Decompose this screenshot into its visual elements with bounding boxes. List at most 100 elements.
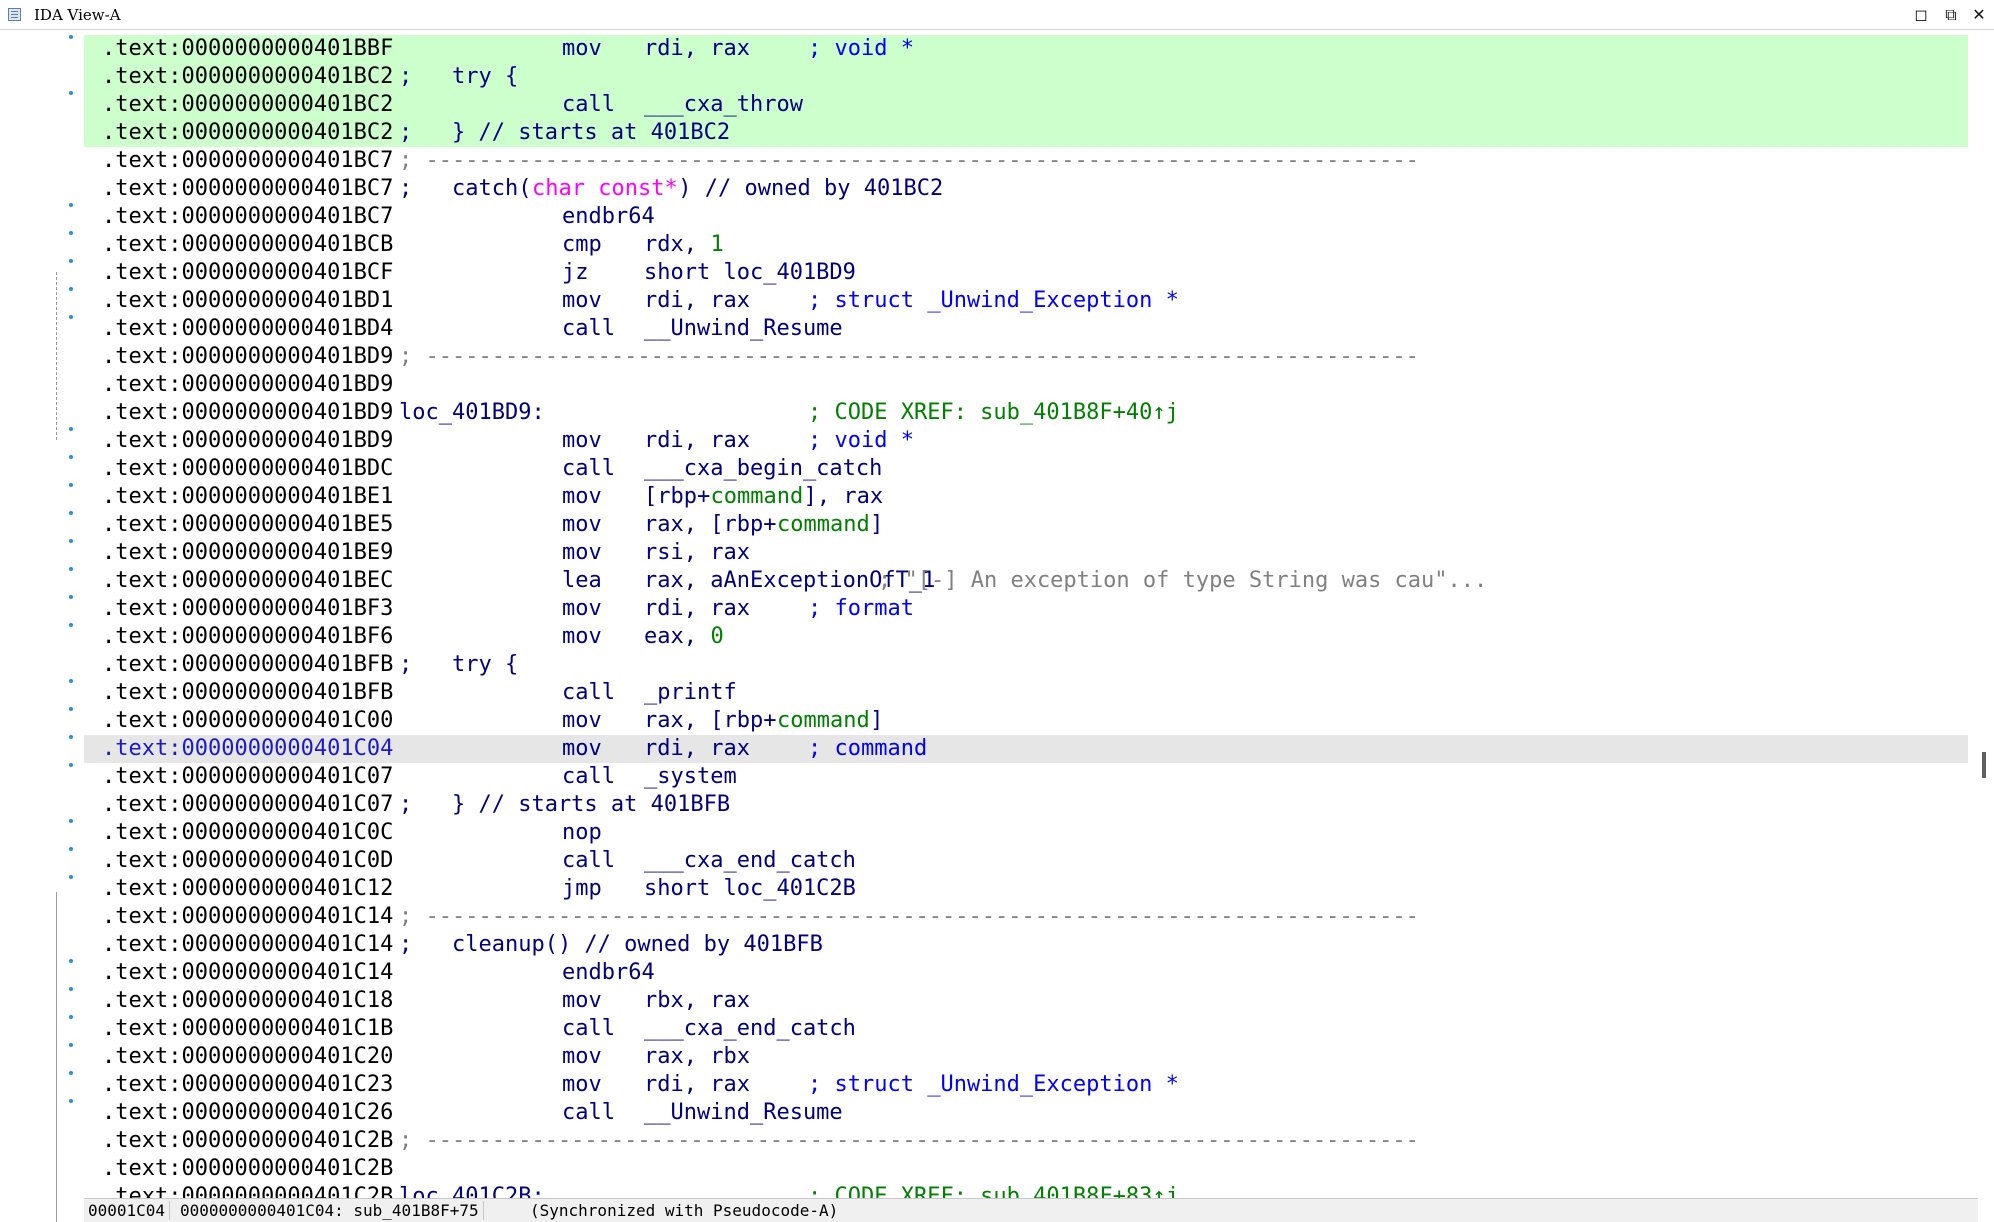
block-comment[interactable]: ; cleanup() // owned by 401BFB	[399, 931, 823, 959]
operands[interactable]: __Unwind_Resume	[644, 315, 843, 343]
operands[interactable]: rdi, rax	[644, 595, 750, 623]
breakpoint-marker-icon[interactable]	[69, 847, 73, 851]
line-address[interactable]: .text:0000000000401C14	[102, 959, 393, 987]
line-address[interactable]: .text:0000000000401C2B	[102, 1183, 393, 1198]
operands-tail[interactable]: ], rax	[804, 483, 883, 511]
operands[interactable]: rdi, rax	[644, 427, 750, 455]
disasm-line[interactable]: .text:0000000000401C04 mov rdi, rax ; comma…	[84, 735, 1968, 763]
disasm-line[interactable]: .text:0000000000401BEC lea rax, aAnExcepti…	[84, 567, 1968, 595]
line-address[interactable]: .text:0000000000401BC7	[102, 175, 393, 203]
breakpoint-marker-icon[interactable]	[69, 455, 73, 459]
disasm-line[interactable]: .text:0000000000401C07; } // starts at 4…	[84, 791, 1968, 819]
mnemonic[interactable]: mov	[562, 427, 602, 455]
operands[interactable]: ___cxa_begin_catch	[644, 455, 882, 483]
disasm-line[interactable]: .text:0000000000401C0C nop	[84, 819, 1968, 847]
operands[interactable]: ___cxa_throw	[644, 91, 803, 119]
line-address[interactable]: .text:0000000000401BD1	[102, 287, 393, 315]
restore-icon[interactable]: ⧉	[1938, 4, 1964, 26]
mnemonic[interactable]: cmp	[562, 231, 602, 259]
breakpoint-marker-icon[interactable]	[69, 959, 73, 963]
operands[interactable]: eax,	[644, 623, 710, 651]
disassembly-listing[interactable]: .text:0000000000401BBF mov rdi, rax ; void …	[84, 35, 1968, 1198]
breakpoint-marker-icon[interactable]	[69, 595, 73, 599]
disasm-line[interactable]: .text:0000000000401C07 call _system	[84, 763, 1968, 791]
block-comment[interactable]: ; try {	[399, 651, 518, 679]
line-address[interactable]: .text:0000000000401BF3	[102, 595, 393, 623]
line-address[interactable]: .text:0000000000401BE9	[102, 539, 393, 567]
line-address[interactable]: .text:0000000000401C2B	[102, 1155, 393, 1183]
line-address[interactable]: .text:0000000000401C18	[102, 987, 393, 1015]
breakpoint-marker-icon[interactable]	[69, 987, 73, 991]
breakpoint-marker-icon[interactable]	[69, 91, 73, 95]
string-comment[interactable]: ; "[-] An exception of type String was c…	[878, 567, 1487, 595]
mnemonic[interactable]: mov	[562, 735, 602, 763]
disasm-line[interactable]: .text:0000000000401BD1 mov rdi, rax ; struc…	[84, 287, 1968, 315]
scrollbar-thumb[interactable]	[1982, 752, 1986, 778]
mnemonic[interactable]: call	[562, 847, 615, 875]
mnemonic[interactable]: jmp	[562, 875, 602, 903]
operands[interactable]: rax, rbx	[644, 1043, 750, 1071]
auto-comment[interactable]: ; command	[808, 735, 927, 763]
operands[interactable]: rsi, rax	[644, 539, 750, 567]
auto-comment[interactable]: ; void *	[808, 427, 914, 455]
line-address[interactable]: .text:0000000000401C26	[102, 1099, 393, 1127]
line-address[interactable]: .text:0000000000401C07	[102, 763, 393, 791]
auto-comment[interactable]: ; format	[808, 595, 914, 623]
operands[interactable]: ___cxa_end_catch	[644, 847, 856, 875]
disasm-line[interactable]: .text:0000000000401BD4 call __Unwind_Resum…	[84, 315, 1968, 343]
operands[interactable]: short loc_401BD9	[644, 259, 856, 287]
breakpoint-marker-icon[interactable]	[69, 1099, 73, 1103]
operands[interactable]: ___cxa_end_catch	[644, 1015, 856, 1043]
operands[interactable]: rdi, rax	[644, 735, 750, 763]
xref-comment[interactable]: ; CODE XREF: sub_401B8F+83↑j	[808, 1183, 1179, 1198]
line-address[interactable]: .text:0000000000401BE5	[102, 511, 393, 539]
line-address[interactable]: .text:0000000000401C1B	[102, 1015, 393, 1043]
disasm-line[interactable]: .text:0000000000401C2B; ----------------…	[84, 1127, 1968, 1155]
disasm-line[interactable]: .text:0000000000401C18 mov rbx, rax	[84, 987, 1968, 1015]
disasm-line[interactable]: .text:0000000000401BC2 call ___cxa_throw	[84, 91, 1968, 119]
mnemonic[interactable]: mov	[562, 511, 602, 539]
disasm-line[interactable]: .text:0000000000401C1B call ___cxa_end_cat…	[84, 1015, 1968, 1043]
separator-comment[interactable]: ; --------------------------------------…	[399, 1127, 1419, 1155]
disasm-line[interactable]: .text:0000000000401BD9 loc_401BD9: ; CODE …	[84, 399, 1968, 427]
disasm-line[interactable]: .text:0000000000401BD9	[84, 371, 1968, 399]
mnemonic[interactable]: call	[562, 1099, 615, 1127]
disasm-line[interactable]: .text:0000000000401C14; ----------------…	[84, 903, 1968, 931]
mnemonic[interactable]: call	[562, 91, 615, 119]
mnemonic[interactable]: jz	[562, 259, 589, 287]
breakpoint-marker-icon[interactable]	[69, 539, 73, 543]
separator-comment[interactable]: ; --------------------------------------…	[399, 343, 1419, 371]
breakpoint-marker-icon[interactable]	[69, 1043, 73, 1047]
code-label[interactable]: loc_401BD9:	[399, 399, 545, 427]
line-address[interactable]: .text:0000000000401BBF	[102, 35, 393, 63]
disasm-line[interactable]: .text:0000000000401BE5 mov rax, [rbp+ comma…	[84, 511, 1968, 539]
line-address[interactable]: .text:0000000000401C0D	[102, 847, 393, 875]
stack-variable[interactable]: command	[777, 511, 870, 539]
block-comment[interactable]: ; } // starts at 401BFB	[399, 791, 730, 819]
vertical-scrollbar[interactable]	[1978, 30, 1994, 1200]
block-comment-tail[interactable]: ) // owned by 401BC2	[678, 175, 943, 203]
breakpoint-marker-icon[interactable]	[69, 819, 73, 823]
line-address[interactable]: .text:0000000000401BC2	[102, 119, 393, 147]
disasm-line[interactable]: .text:0000000000401C2B loc_401C2B: ; CODE …	[84, 1183, 1968, 1198]
line-address[interactable]: .text:0000000000401BD9	[102, 343, 393, 371]
breakpoint-marker-icon[interactable]	[69, 203, 73, 207]
disasm-line[interactable]: .text:0000000000401BC7; catch(char const…	[84, 175, 1968, 203]
mnemonic[interactable]: mov	[562, 483, 602, 511]
operands[interactable]: _system	[644, 763, 737, 791]
disasm-line[interactable]: .text:0000000000401BBF mov rdi, rax ; void …	[84, 35, 1968, 63]
operands[interactable]: rdi, rax	[644, 1071, 750, 1099]
line-address[interactable]: .text:0000000000401BFB	[102, 679, 393, 707]
breakpoint-marker-icon[interactable]	[69, 1071, 73, 1075]
operands[interactable]: rdx,	[644, 231, 710, 259]
operands-tail[interactable]: ]	[870, 511, 883, 539]
breakpoint-marker-icon[interactable]	[69, 35, 73, 39]
block-comment[interactable]: ; } // starts at 401BC2	[399, 119, 730, 147]
mnemonic[interactable]: call	[562, 679, 615, 707]
mnemonic[interactable]: call	[562, 1015, 615, 1043]
breakpoint-marker-icon[interactable]	[69, 707, 73, 711]
close-icon[interactable]: ✕	[1966, 4, 1992, 26]
mnemonic[interactable]: mov	[562, 287, 602, 315]
catch-type[interactable]: char const*	[532, 175, 678, 203]
mnemonic[interactable]: nop	[562, 819, 602, 847]
